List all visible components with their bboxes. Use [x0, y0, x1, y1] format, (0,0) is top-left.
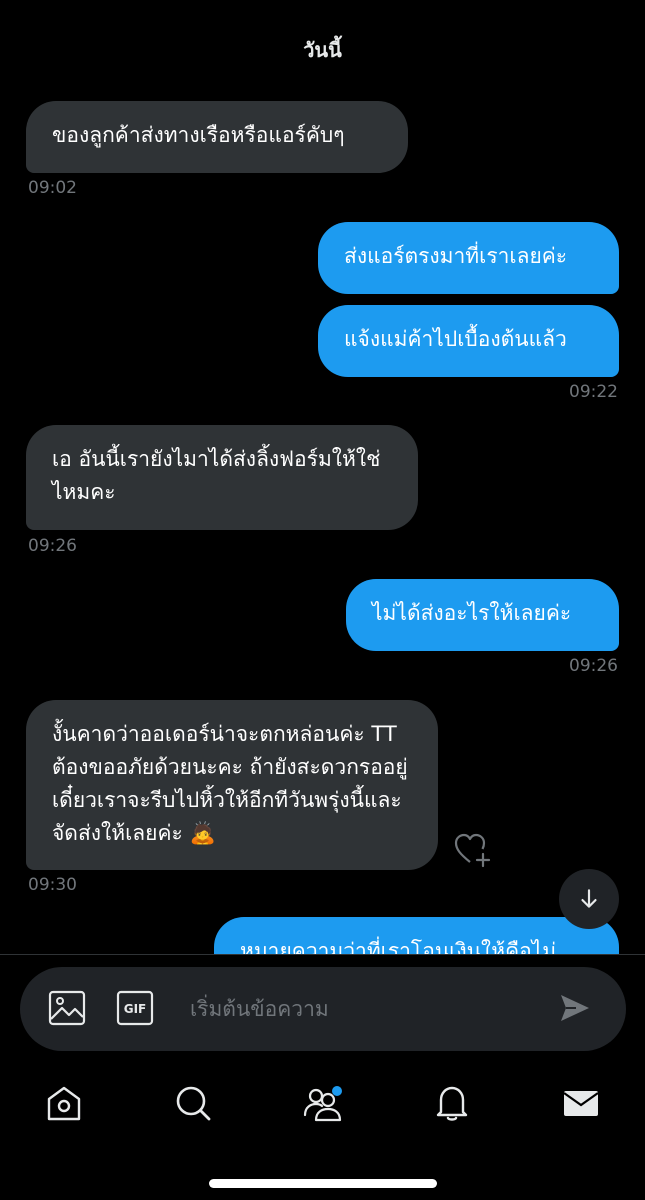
message-bubble-outgoing[interactable]: ส่งแอร์ตรงมาที่เราเลยค่ะ — [318, 222, 619, 294]
notification-badge — [332, 1086, 342, 1096]
arrow-down-icon — [581, 889, 597, 908]
message-timestamp: 09:02 — [28, 178, 77, 198]
bottom-tab-bar — [0, 1075, 645, 1135]
tab-messages[interactable] — [561, 1083, 601, 1123]
message-timestamp: 09:30 — [28, 875, 77, 895]
message-bubble-incoming[interactable]: ของลูกค้าส่งทางเรือหรือแอร์คับๆ — [26, 101, 408, 173]
home-icon — [47, 1086, 81, 1121]
message-list[interactable]: วันนี้ ของลูกค้าส่งทางเรือหรือแอร์คับๆ 0… — [0, 0, 645, 955]
message-timestamp: 09:26 — [569, 656, 618, 676]
day-separator: วันนี้ — [303, 38, 342, 62]
message-bubble-incoming[interactable]: เอ อันนี้เรายังไมาได้ส่งลิ้งฟอร์มให้ใช่ไ… — [26, 425, 418, 530]
home-indicator[interactable] — [209, 1179, 437, 1188]
bell-icon — [436, 1086, 468, 1121]
message-timestamp: 09:26 — [28, 536, 77, 556]
search-icon — [176, 1086, 211, 1121]
tab-communities[interactable] — [302, 1083, 342, 1123]
message-bubble-outgoing[interactable]: ไม่ได้ส่งอะไรให้เลยค่ะ — [346, 579, 619, 651]
gif-icon[interactable]: GIF — [116, 989, 154, 1027]
dm-conversation-screen: วันนี้ ของลูกค้าส่งทางเรือหรือแอร์คับๆ 0… — [0, 0, 645, 1200]
message-bubble-outgoing[interactable]: แจ้งแม่ค้าไปเบื้องต้นแล้ว — [318, 305, 619, 377]
message-composer: GIF — [20, 967, 626, 1051]
svg-text:GIF: GIF — [124, 1002, 147, 1016]
message-timestamp: 09:22 — [569, 382, 618, 402]
message-bubble-outgoing[interactable]: หมายความว่าที่เราโอนเงินให้คือไม่ — [214, 917, 619, 955]
scroll-to-bottom-button[interactable] — [559, 869, 619, 929]
tab-notifications[interactable] — [432, 1083, 472, 1123]
message-bubble-incoming[interactable]: งั้นคาดว่าออเดอร์น่าจะตกหล่อนค่ะ TT ต้อง… — [26, 700, 438, 870]
send-icon[interactable] — [558, 991, 592, 1025]
message-input[interactable] — [190, 989, 530, 1029]
envelope-icon — [563, 1091, 599, 1116]
tab-home[interactable] — [44, 1083, 84, 1123]
composer-divider — [0, 954, 645, 955]
image-icon[interactable] — [48, 989, 86, 1027]
tab-search[interactable] — [173, 1083, 213, 1123]
add-reaction-heart-icon[interactable] — [452, 832, 492, 868]
